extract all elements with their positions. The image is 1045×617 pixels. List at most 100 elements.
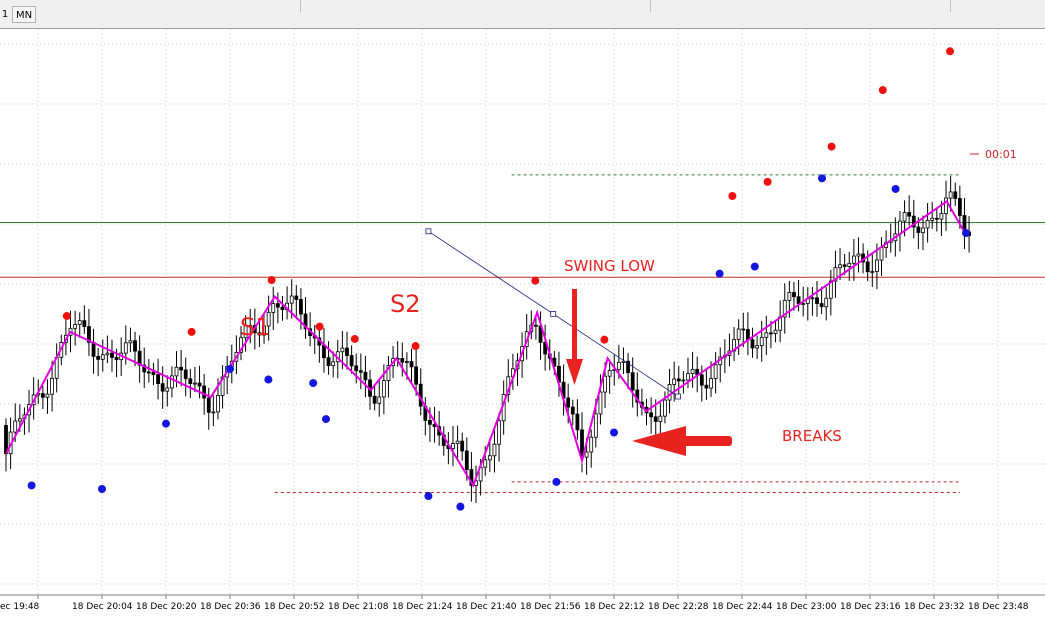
swing-low-point <box>962 229 970 238</box>
x-tick-label: 18 Dec 21:24 <box>392 602 453 612</box>
timeframe-button-mn[interactable]: MN <box>12 6 36 23</box>
candle-body <box>755 345 760 349</box>
candle-body <box>340 347 345 353</box>
swing-low-point <box>162 419 170 428</box>
price-time-label: 00:01 <box>985 148 1017 161</box>
candle-body <box>275 303 280 308</box>
candle-body <box>616 362 621 371</box>
swing-low-point <box>264 375 273 384</box>
toolbar-divider <box>300 0 301 12</box>
candle-body <box>764 332 769 338</box>
candle-body <box>898 220 902 235</box>
candle-body <box>925 219 930 229</box>
candle-body <box>681 379 686 382</box>
swing-low-point <box>818 174 826 183</box>
candle-body <box>206 397 211 413</box>
swing-high-point <box>315 322 324 331</box>
candle-body <box>672 378 677 385</box>
candle-body <box>114 356 119 361</box>
x-tick-label: 18 Dec 21:08 <box>328 602 389 612</box>
candle-body <box>123 342 128 354</box>
candle-body <box>658 415 663 422</box>
price-chart[interactable]: S1 S2 SWING LOW BREAKS 00:01 ec 19:48 18 … <box>0 29 1045 617</box>
swing-high-point <box>763 177 772 186</box>
candle-body <box>875 259 879 272</box>
candle-body <box>280 306 285 311</box>
candle-body <box>451 443 455 449</box>
candle-body <box>810 297 815 300</box>
annotation-s1: S1 <box>240 313 271 341</box>
candle-body <box>842 264 847 267</box>
candle-body <box>428 420 432 425</box>
candle-body <box>45 393 50 398</box>
candle-body <box>690 368 695 374</box>
swing-high-point <box>600 335 609 344</box>
candle-body <box>487 455 492 461</box>
trendline-handle[interactable] <box>550 311 557 317</box>
candle-body <box>704 384 709 389</box>
candle-body <box>957 198 962 216</box>
annotation-s2: S2 <box>390 290 421 318</box>
trendline-handle[interactable] <box>675 393 681 400</box>
candle-body <box>193 382 197 385</box>
candle-body <box>13 420 18 433</box>
x-tick-label: ec 19:48 <box>0 602 40 612</box>
candle-body <box>105 352 110 356</box>
swing-high-point <box>267 276 276 285</box>
candle-body <box>377 396 382 404</box>
candle-body <box>73 324 78 329</box>
candle-body <box>663 399 667 417</box>
swing-high-point <box>878 86 887 95</box>
candle-body <box>160 383 165 392</box>
swing-high-point <box>411 342 420 351</box>
candle-body <box>603 375 607 393</box>
candle-body <box>133 340 137 352</box>
candle-body <box>769 332 773 335</box>
candle-body <box>464 450 469 470</box>
candle-body <box>326 357 331 367</box>
candle-body <box>948 191 953 199</box>
candle-body <box>409 361 414 368</box>
arrow-down-icon <box>566 289 583 385</box>
candle-body <box>534 324 538 327</box>
x-tick-label: 18 Dec 23:32 <box>904 602 965 612</box>
x-tick-label: 18 Dec 23:48 <box>968 602 1029 612</box>
candle-body <box>593 413 598 438</box>
candle-body <box>589 436 594 453</box>
candle-body <box>165 387 170 392</box>
timeframe-button-partial[interactable]: 1 <box>0 6 10 23</box>
candle-body <box>921 227 925 234</box>
candle-body <box>630 372 635 391</box>
candle-body <box>584 451 589 458</box>
candle-body <box>372 395 377 404</box>
toolbar-divider <box>650 0 651 12</box>
annotation-breaks: BREAKS <box>782 427 842 445</box>
candle-body <box>174 366 179 377</box>
x-tick-label: 18 Dec 22:28 <box>648 602 709 612</box>
candle-body <box>110 352 114 358</box>
candle-body <box>741 328 746 331</box>
candle-body <box>676 378 681 382</box>
candle-body <box>902 212 907 222</box>
swing-low-point <box>715 269 724 278</box>
candle-body <box>400 358 405 363</box>
candle-body <box>188 378 193 384</box>
swing-low-point <box>322 415 330 424</box>
candle-body <box>851 255 856 264</box>
candle-body <box>322 344 326 359</box>
trendline-handle[interactable] <box>425 228 432 235</box>
x-tick-label: 18 Dec 20:20 <box>136 602 197 612</box>
trendline-object[interactable] <box>425 228 681 400</box>
candle-body <box>299 299 303 315</box>
x-tick-label: 18 Dec 20:36 <box>200 602 261 612</box>
candle-body <box>815 297 819 304</box>
candle-body <box>824 297 829 308</box>
candle-body <box>17 418 22 422</box>
swing-low-point <box>552 477 561 486</box>
candle-body <box>349 355 354 367</box>
candle-body <box>856 253 861 257</box>
swing-low-point <box>27 481 36 490</box>
swing-high-point <box>62 312 71 321</box>
candle-body <box>146 371 151 374</box>
candle-body <box>414 366 419 385</box>
